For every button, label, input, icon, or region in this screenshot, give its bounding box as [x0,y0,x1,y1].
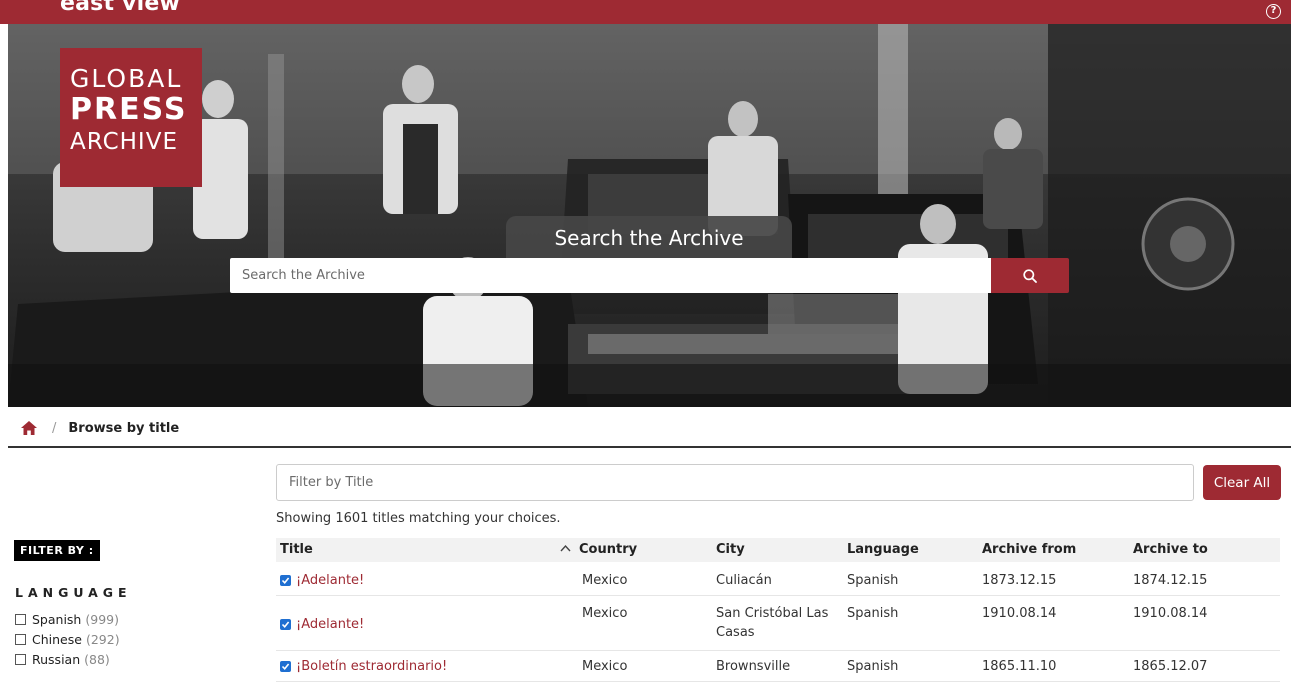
facet-label: Spanish [32,611,82,627]
row-title: ¡Boletín estraordinario! [296,659,448,674]
row-country: Mexico [582,606,628,621]
row-city: San Cristóbal Las Casas [716,606,829,640]
row-archive-from: 1910.08.14 [982,606,1057,621]
row-title-link[interactable]: ¡Adelante! [280,571,364,590]
language-facet-list: Spanish (999) Chinese (292) Russian (88) [15,609,120,669]
column-header-country[interactable]: Country [579,542,637,557]
column-header-city[interactable]: City [716,542,745,557]
logo-line-2: PRESS [70,92,188,127]
row-title: ¡Adelante! [296,617,365,632]
search-archive-heading: Search the Archive [506,216,792,258]
help-icon[interactable]: ? [1266,4,1281,19]
breadcrumb-separator: / [52,420,57,436]
top-bar: east view ? [0,0,1291,24]
clear-all-button[interactable]: Clear All [1203,465,1281,500]
facet-count: (292) [85,631,120,647]
column-header-title[interactable]: Title [280,542,313,557]
filter-by-label: FILTER BY : [14,540,100,561]
table-header: Title Country City Language Archive from… [276,538,1280,562]
row-language: Spanish [847,659,899,674]
breadcrumb-divider [8,446,1291,448]
table-row: ¡Boletín estraordinario! Mexico Brownsvi… [276,652,1280,682]
row-language: Spanish [847,606,899,621]
row-checkbox[interactable] [280,575,291,586]
facet-checkbox[interactable] [15,613,26,625]
facet-label: Chinese [32,631,82,647]
breadcrumb: / Browse by title [20,418,179,438]
home-icon[interactable] [20,420,38,436]
facet-label: Russian [32,651,81,667]
facet-item-russian[interactable]: Russian (88) [15,649,120,669]
row-country: Mexico [582,573,628,588]
facet-checkbox[interactable] [15,653,26,665]
table-row: ¡Adelante! Mexico Culiacán Spanish 1873.… [276,566,1280,596]
facet-item-spanish[interactable]: Spanish (999) [15,609,120,629]
sort-up-icon[interactable] [560,541,571,556]
row-archive-from: 1865.11.10 [982,659,1057,674]
facet-checkbox[interactable] [15,633,26,645]
row-archive-to: 1865.12.07 [1133,659,1208,674]
row-language: Spanish [847,573,899,588]
column-header-archive-from[interactable]: Archive from [982,542,1076,557]
facet-count: (999) [85,611,119,627]
brand-logo[interactable]: east view [60,0,180,16]
archive-search-input[interactable] [230,258,991,293]
breadcrumb-current: Browse by title [68,420,180,436]
archive-search-button[interactable] [991,258,1069,293]
facet-item-chinese[interactable]: Chinese (292) [15,629,120,649]
row-title: ¡Adelante! [296,573,365,588]
global-press-archive-logo[interactable]: GLOBAL PRESS ARCHIVE [60,48,202,187]
table-row: ¡Adelante! Mexico San Cristóbal Las Casa… [276,597,1280,651]
filter-by-title-input[interactable] [276,464,1194,501]
language-facet-heading: LANGUAGE [15,585,132,600]
column-header-archive-to[interactable]: Archive to [1133,542,1208,557]
search-icon [1023,269,1037,283]
logo-line-1: GLOBAL [70,64,183,93]
logo-line-3: ARCHIVE [70,129,178,155]
row-city: Brownsville [716,659,791,674]
facet-count: (88) [84,651,110,667]
row-title-link[interactable]: ¡Adelante! [280,615,364,634]
row-archive-to: 1874.12.15 [1133,573,1208,588]
column-header-language[interactable]: Language [847,542,919,557]
row-archive-from: 1873.12.15 [982,573,1057,588]
row-archive-to: 1910.08.14 [1133,606,1208,621]
row-checkbox[interactable] [280,619,291,630]
row-checkbox[interactable] [280,661,291,672]
result-count: Showing 1601 titles matching your choice… [276,511,561,526]
row-country: Mexico [582,659,628,674]
row-title-link[interactable]: ¡Boletín estraordinario! [280,657,447,676]
row-city: Culiacán [716,573,772,588]
